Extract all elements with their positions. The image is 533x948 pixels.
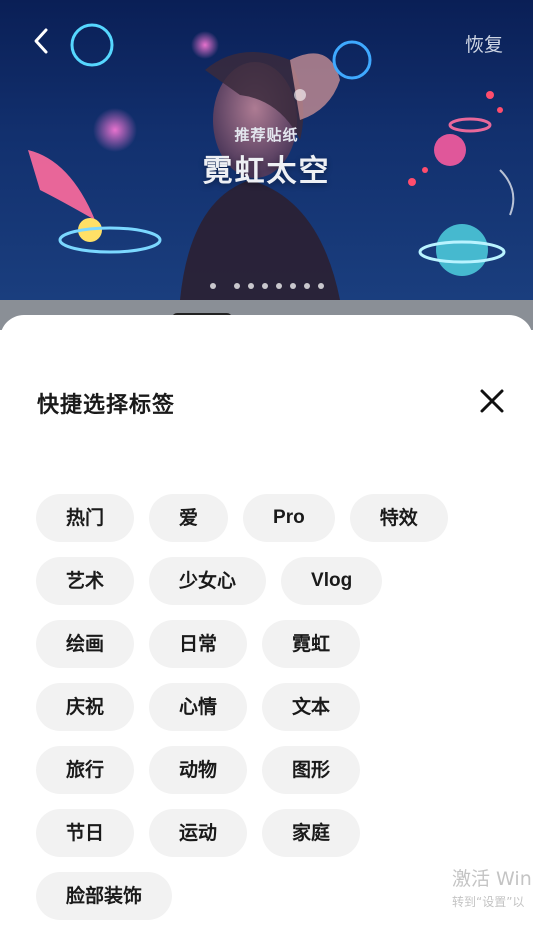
tag-chip[interactable]: Vlog xyxy=(281,557,383,605)
tag-row: 脸部装饰 xyxy=(36,872,506,920)
tag-chip[interactable]: 日常 xyxy=(149,620,248,668)
tag-chip[interactable]: 图形 xyxy=(262,746,361,794)
carousel-dot[interactable] xyxy=(275,283,282,289)
tag-row: 绘画 日常 霓虹 xyxy=(36,620,506,668)
tag-chip[interactable]: 少女心 xyxy=(149,557,267,605)
tag-chip[interactable]: 节日 xyxy=(36,809,135,857)
tag-chip[interactable]: 热门 xyxy=(36,494,135,542)
activation-watermark-subtext: 转到“设置”以 xyxy=(452,895,525,909)
carousel-dot[interactable] xyxy=(247,283,254,289)
tag-row: 热门 爱 Pro 特效 xyxy=(36,494,506,542)
carousel-dot[interactable] xyxy=(209,283,216,289)
tag-chip[interactable]: 绘画 xyxy=(36,620,135,668)
activation-watermark: 激活 Win xyxy=(452,868,532,890)
carousel-dot[interactable] xyxy=(303,283,310,289)
restore-button[interactable]: 恢复 xyxy=(465,30,503,57)
tag-row: 艺术 少女心 Vlog xyxy=(36,557,506,605)
tag-chip[interactable]: 庆祝 xyxy=(36,683,135,731)
tag-chip[interactable]: 文本 xyxy=(262,683,361,731)
quick-tag-sheet: 快捷选择标签 热门 爱 Pro 特效 艺术 少女心 Vlog 绘画 日常 霓虹 … xyxy=(0,315,533,948)
tag-row: 旅行 动物 图形 xyxy=(36,746,506,794)
tag-chip[interactable]: 心情 xyxy=(149,683,248,731)
sticker-banner[interactable]: 恢复 推荐贴纸 霓虹太空 xyxy=(0,0,533,300)
carousel-dot[interactable] xyxy=(233,283,240,289)
carousel-dot[interactable] xyxy=(317,283,324,289)
close-icon xyxy=(480,389,504,413)
tag-chip[interactable]: 艺术 xyxy=(36,557,135,605)
carousel-dot[interactable] xyxy=(261,283,268,289)
carousel-pagination xyxy=(0,283,533,289)
tag-chip[interactable]: Pro xyxy=(243,494,335,542)
banner-title: 霓虹太空 xyxy=(202,154,331,189)
tag-chip[interactable]: 动物 xyxy=(149,746,248,794)
tag-row: 庆祝 心情 文本 xyxy=(36,683,506,731)
tag-chip[interactable]: 特效 xyxy=(349,494,448,542)
tag-row: 节日 运动 家庭 xyxy=(36,809,506,857)
chevron-left-icon xyxy=(34,28,48,54)
tag-chip[interactable]: 霓虹 xyxy=(262,620,361,668)
sheet-title: 快捷选择标签 xyxy=(37,393,176,418)
close-button[interactable] xyxy=(478,387,506,415)
banner-subtitle: 推荐贴纸 xyxy=(234,126,299,144)
carousel-dot[interactable] xyxy=(289,283,296,289)
tag-list: 热门 爱 Pro 特效 艺术 少女心 Vlog 绘画 日常 霓虹 庆祝 心情 文… xyxy=(36,494,506,935)
back-button[interactable] xyxy=(24,24,58,58)
tag-chip[interactable]: 运动 xyxy=(149,809,248,857)
tag-chip[interactable]: 脸部装饰 xyxy=(36,872,173,920)
tag-chip[interactable]: 家庭 xyxy=(262,809,361,857)
tag-chip[interactable]: 爱 xyxy=(149,494,229,542)
tag-chip[interactable]: 旅行 xyxy=(36,746,135,794)
